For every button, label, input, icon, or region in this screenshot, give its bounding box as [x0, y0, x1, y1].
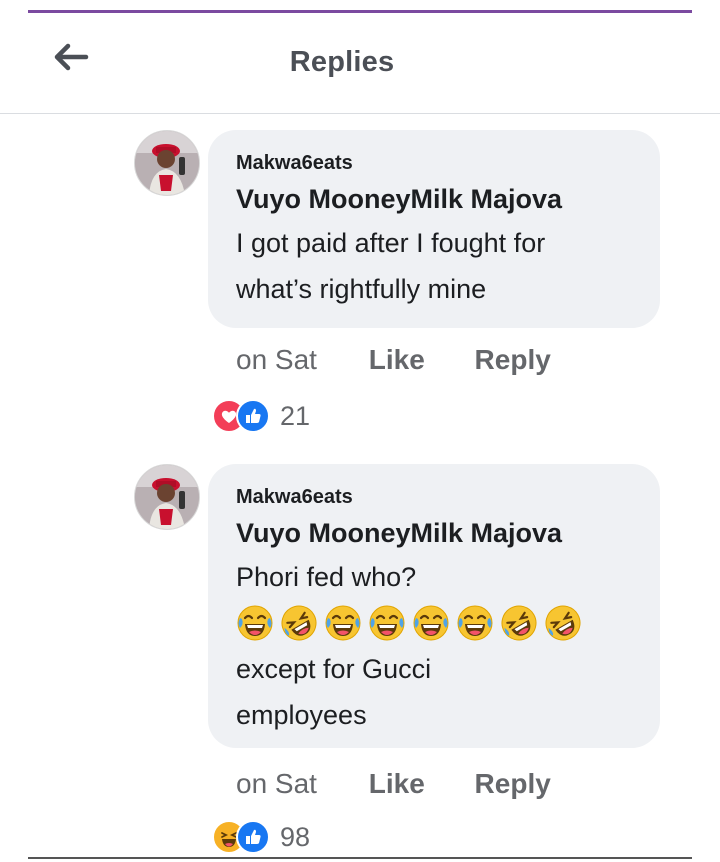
reaction-count: 21: [280, 400, 311, 431]
avatar[interactable]: [134, 464, 200, 530]
tears-of-joy-emoji-icon: [368, 604, 406, 642]
avatar[interactable]: [134, 130, 200, 196]
author-name[interactable]: Vuyo MooneyMilk Majova: [236, 516, 634, 550]
top-accent-rule: [28, 10, 692, 13]
like-reaction-icon: [236, 820, 270, 854]
author-name[interactable]: Vuyo MooneyMilk Majova: [236, 182, 634, 216]
comment-line: except for Gucci: [236, 654, 432, 684]
tears-of-joy-emoji-icon: [236, 604, 274, 642]
replies-screen: Replies Makwa6eats Vuyo MooneyMilk Majov…: [0, 0, 720, 862]
tears-of-joy-emoji-icon: [456, 604, 494, 642]
comment-bubble: Makwa6eats Vuyo MooneyMilk Majova Phori …: [208, 464, 660, 748]
bottom-divider: [28, 857, 692, 859]
tears-of-joy-emoji-icon: [324, 604, 362, 642]
reaction-summary[interactable]: 98: [212, 820, 310, 854]
like-button[interactable]: Like: [369, 344, 425, 376]
rolling-on-floor-laughing-emoji-icon: [544, 604, 582, 642]
like-reaction-icon: [236, 399, 270, 433]
comment-actions: on Sat Like Reply: [236, 344, 551, 376]
like-button[interactable]: Like: [369, 768, 425, 800]
reply-button[interactable]: Reply: [475, 344, 551, 376]
comment-bubble: Makwa6eats Vuyo MooneyMilk Majova I got …: [208, 130, 660, 328]
reply-button[interactable]: Reply: [475, 768, 551, 800]
reaction-summary[interactable]: 21: [212, 399, 310, 433]
comment-line: what’s rightfully mine: [236, 274, 487, 304]
comment-line: I got paid after I fought for: [236, 228, 546, 258]
reaction-count: 98: [280, 821, 311, 852]
rolling-on-floor-laughing-emoji-icon: [500, 604, 538, 642]
comment-timestamp[interactable]: on Sat: [236, 768, 317, 800]
page-name[interactable]: Makwa6eats: [236, 482, 634, 512]
comment-line: Phori fed who?: [236, 562, 417, 592]
page-title: Replies: [289, 46, 395, 78]
page-name[interactable]: Makwa6eats: [236, 148, 634, 178]
emoji-row: [236, 600, 634, 646]
comment-timestamp[interactable]: on Sat: [236, 344, 317, 376]
tears-of-joy-emoji-icon: [412, 604, 450, 642]
comment-actions: on Sat Like Reply: [236, 768, 551, 800]
comment-line: employees: [236, 700, 367, 730]
header: Replies: [0, 14, 720, 114]
rolling-on-floor-laughing-emoji-icon: [280, 604, 318, 642]
header-divider: [0, 113, 720, 114]
